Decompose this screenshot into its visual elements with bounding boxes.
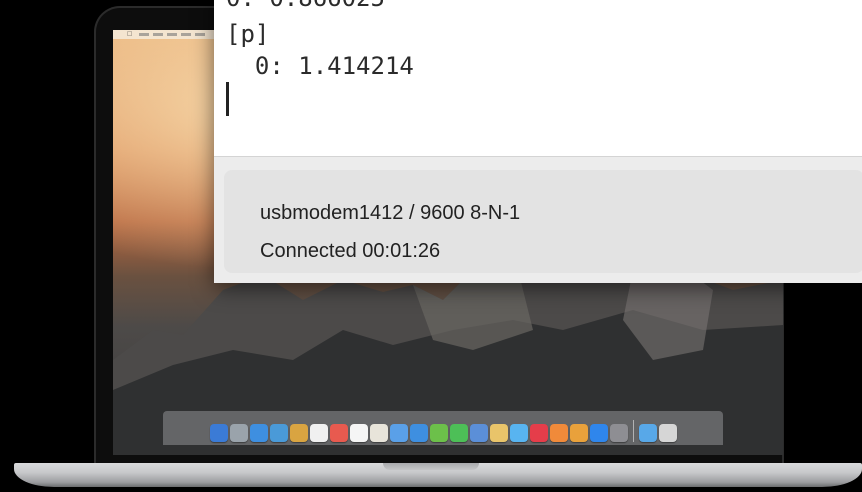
dock-app-icon[interactable] [569, 424, 588, 442]
dock-separator [632, 420, 634, 442]
dock-app-icon[interactable] [409, 424, 428, 442]
dock-app-icon[interactable] [329, 424, 348, 442]
dock-app-icon[interactable] [209, 424, 228, 442]
dock-app-icon[interactable] [369, 424, 388, 442]
laptop-notch [383, 463, 479, 470]
dock-app-icon[interactable] [609, 424, 628, 442]
dock-app-icon[interactable] [229, 424, 248, 442]
dock-app-icon[interactable] [529, 424, 548, 442]
dock-app-icon[interactable] [269, 424, 288, 442]
console-output[interactable]: 0: 0.866025 [p] 0: 1.414214 [214, 0, 862, 156]
console-line: 0: 1.414214 [226, 52, 414, 80]
status-panel: usbmodem1412 / 9600 8-N-1 Connected 00:0… [224, 170, 862, 273]
console-line: [p] [226, 20, 270, 48]
text-cursor [226, 82, 229, 116]
dock-app-icon[interactable] [469, 424, 488, 442]
connection-status: Connected 00:01:26 [260, 240, 441, 262]
dock-app-icon[interactable] [289, 424, 308, 442]
dock-app-icon[interactable] [449, 424, 468, 442]
dock-app-icon[interactable] [429, 424, 448, 442]
dock [163, 411, 723, 445]
serial-monitor-window: 0: 0.866025 [p] 0: 1.414214 usbmodem1412… [214, 0, 862, 283]
apple-icon[interactable]:  [127, 31, 132, 38]
dock-app-icon[interactable] [489, 424, 508, 442]
dock-app-icon[interactable] [658, 424, 677, 442]
dock-app-icon[interactable] [249, 424, 268, 442]
dock-app-icon[interactable] [309, 424, 328, 442]
dock-app-icon[interactable] [589, 424, 608, 442]
dock-app-icon[interactable] [549, 424, 568, 442]
dock-app-icon[interactable] [349, 424, 368, 442]
port-settings: usbmodem1412 / 9600 8-N-1 [260, 202, 521, 224]
console-line: 0: 0.866025 [226, 0, 385, 12]
dock-app-icon[interactable] [638, 424, 657, 442]
dock-app-icon[interactable] [509, 424, 528, 442]
menu-items[interactable] [139, 33, 209, 36]
status-bar: usbmodem1412 / 9600 8-N-1 Connected 00:0… [214, 156, 862, 283]
dock-app-icon[interactable] [389, 424, 408, 442]
